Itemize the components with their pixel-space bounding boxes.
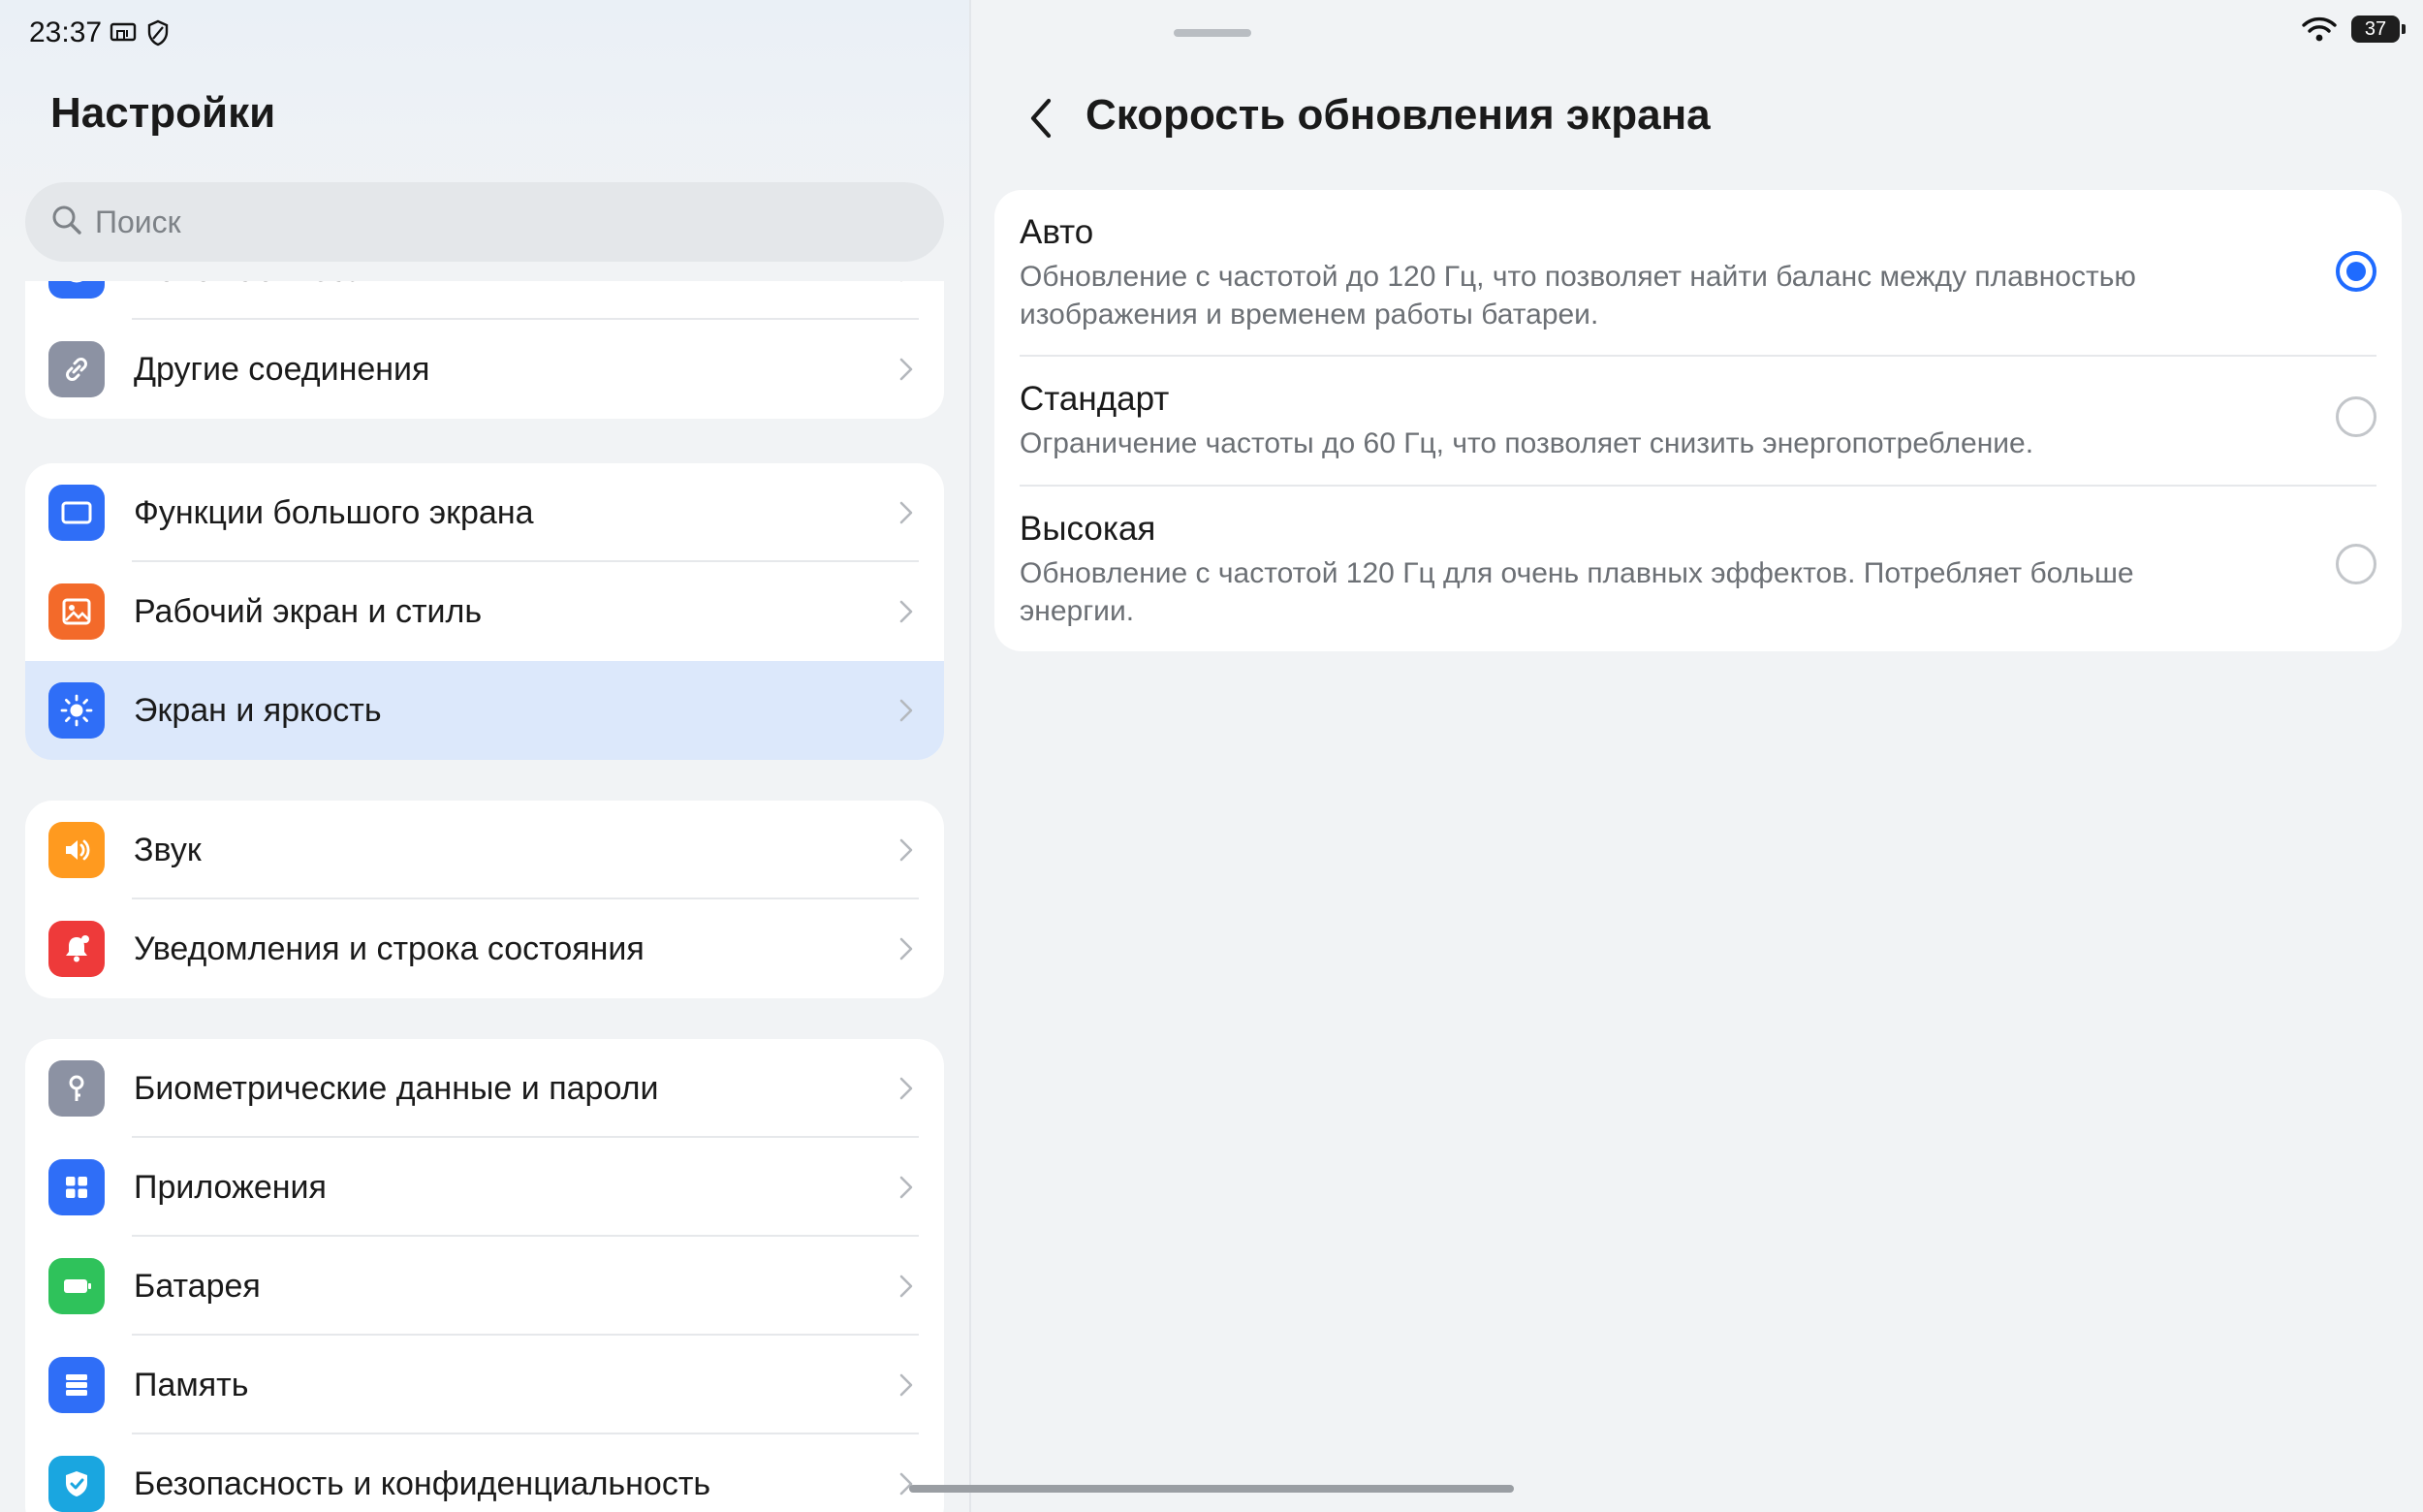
- search-icon: [50, 204, 83, 241]
- chevron-right-icon: [894, 1076, 919, 1101]
- sidebar-item-honor-connect[interactable]: Honor Connect: [25, 281, 944, 320]
- storage-icon: [48, 1357, 105, 1413]
- image-icon: [48, 583, 105, 640]
- refresh-rate-options: Авто Обновление с частотой до 120 Гц, чт…: [994, 190, 2402, 651]
- battery-icon: [48, 1258, 105, 1314]
- radio-standard[interactable]: [2336, 396, 2376, 437]
- sidebar-item-battery[interactable]: Батарея: [25, 1237, 944, 1336]
- chevron-right-icon: [894, 936, 919, 961]
- sidebar-item-label: Батарея: [134, 1267, 261, 1305]
- option-auto[interactable]: Авто Обновление с частотой до 120 Гц, чт…: [994, 190, 2402, 357]
- chevron-right-icon: [894, 599, 919, 624]
- sidebar-item-label: Другие соединения: [134, 350, 430, 388]
- chevron-right-icon: [894, 837, 919, 863]
- screen-cast-icon: [110, 21, 139, 45]
- status-time: 23:37: [29, 16, 103, 48]
- radio-auto[interactable]: [2336, 251, 2376, 292]
- sidebar-item-label: Безопасность и конфиденциальность: [134, 1465, 711, 1502]
- sidebar-item-label: Биометрические данные и пароли: [134, 1069, 659, 1107]
- option-description: Обновление с частотой до 120 Гц, что поз…: [1020, 261, 2136, 331]
- wifi-icon: [2301, 16, 2338, 43]
- settings-list[interactable]: Honor Connect Другие соединения Функции …: [0, 281, 969, 1512]
- back-button[interactable]: [1014, 91, 1068, 145]
- option-title: Стандарт: [1020, 380, 1170, 418]
- chevron-right-icon: [894, 357, 919, 382]
- page-title: Настройки: [50, 89, 276, 137]
- option-title: Авто: [1020, 213, 1094, 251]
- chevron-right-icon: [894, 1274, 919, 1299]
- connect-icon: [48, 281, 105, 299]
- detail-title: Скорость обновления экрана: [1086, 91, 1711, 139]
- speaker-icon: [48, 822, 105, 878]
- sidebar-item-sound[interactable]: Звук: [25, 801, 944, 899]
- option-description: Обновление с частотой 120 Гц для очень п…: [1020, 557, 2134, 627]
- battery-level: 37: [2364, 17, 2387, 40]
- settings-group-sound: Звук Уведомления и строка состояния: [25, 801, 944, 998]
- settings-group-system: Биометрические данные и пароли Приложени…: [25, 1039, 944, 1512]
- sidebar-item-label: Память: [134, 1366, 249, 1403]
- chevron-right-icon: [894, 500, 919, 525]
- sidebar-item-large-screen[interactable]: Функции большого экрана: [25, 463, 944, 562]
- chevron-right-icon: [894, 1175, 919, 1200]
- sidebar-item-apps[interactable]: Приложения: [25, 1138, 944, 1237]
- key-icon: [48, 1060, 105, 1117]
- apps-grid-icon: [48, 1159, 105, 1215]
- link-icon: [48, 341, 105, 397]
- sidebar-item-display-brightness[interactable]: Экран и яркость: [25, 661, 944, 760]
- chevron-right-icon: [894, 1471, 919, 1496]
- battery-icon: 37: [2351, 16, 2406, 43]
- chevron-right-icon: [894, 1372, 919, 1398]
- home-indicator[interactable]: [909, 1485, 1514, 1493]
- search-input[interactable]: [95, 204, 890, 240]
- sidebar-item-security[interactable]: Безопасность и конфиденциальность: [25, 1434, 944, 1512]
- sidebar-item-label: Функции большого экрана: [134, 493, 534, 531]
- option-high[interactable]: Высокая Обновление с частотой 120 Гц для…: [994, 487, 2402, 651]
- shield-icon: [146, 19, 170, 47]
- sidebar-item-home-screen[interactable]: Рабочий экран и стиль: [25, 562, 944, 661]
- radio-high[interactable]: [2336, 544, 2376, 584]
- window-handle[interactable]: [1174, 29, 1251, 37]
- chevron-right-icon: [894, 698, 919, 723]
- settings-group-display: Функции большого экрана Рабочий экран и …: [25, 463, 944, 760]
- detail-pane: 37 Скорость обновления экрана Авто Обнов…: [971, 0, 2423, 1512]
- settings-sidebar: 23:37 Настройки Honor Connect: [0, 0, 969, 1512]
- sidebar-item-label: Экран и яркость: [134, 691, 382, 729]
- sidebar-item-notifications[interactable]: Уведомления и строка состояния: [25, 899, 944, 998]
- sidebar-item-label: Приложения: [134, 1168, 327, 1206]
- status-bar-left: 23:37: [29, 14, 170, 52]
- bell-icon: [48, 921, 105, 977]
- sidebar-item-label: Honor Connect: [134, 281, 356, 290]
- status-bar-right: 37: [2301, 16, 2406, 43]
- sidebar-item-label: Рабочий экран и стиль: [134, 592, 483, 630]
- option-description: Ограничение частоты до 60 Гц, что позвол…: [1020, 427, 2034, 459]
- option-standard[interactable]: Стандарт Ограничение частоты до 60 Гц, ч…: [994, 357, 2402, 487]
- chevron-right-icon: [894, 281, 919, 283]
- brightness-icon: [48, 682, 105, 739]
- sidebar-item-label: Звук: [134, 831, 202, 868]
- sidebar-item-other-connections[interactable]: Другие соединения: [25, 320, 944, 419]
- search-bar[interactable]: [25, 182, 944, 262]
- sidebar-item-label: Уведомления и строка состояния: [134, 929, 645, 967]
- option-title: Высокая: [1020, 510, 1156, 548]
- shield-check-icon: [48, 1456, 105, 1512]
- tablet-icon: [48, 485, 105, 541]
- settings-group-connections: Honor Connect Другие соединения: [25, 281, 944, 419]
- chevron-left-icon: [1030, 98, 1052, 139]
- sidebar-item-biometrics[interactable]: Биометрические данные и пароли: [25, 1039, 944, 1138]
- sidebar-item-storage[interactable]: Память: [25, 1336, 944, 1434]
